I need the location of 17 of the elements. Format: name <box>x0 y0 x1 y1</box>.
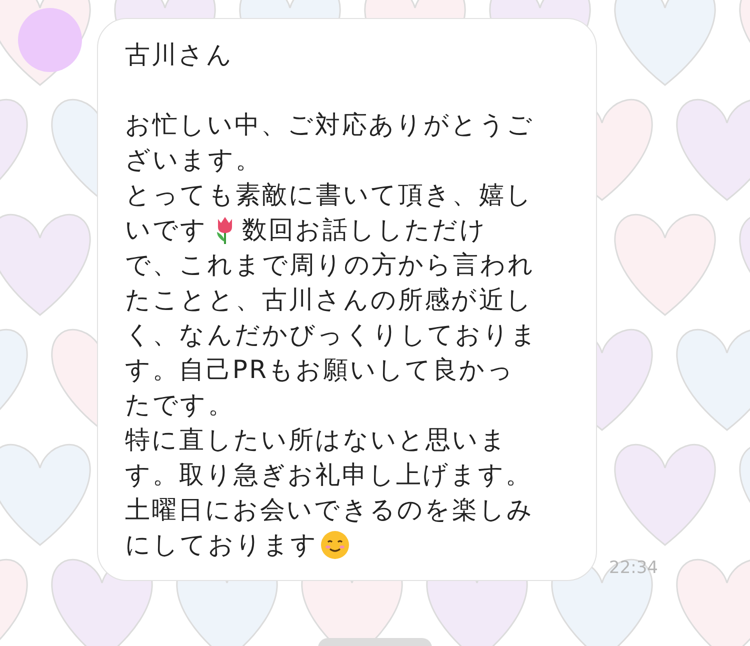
message-text: す。自己PRもお願いして良かっ <box>125 354 514 386</box>
message-text: お忙しい中、ご対応ありがとうご <box>125 109 534 141</box>
message-time: 22:34 <box>609 556 658 580</box>
message-text: とっても素敵に書いて頂き、嬉し <box>125 179 533 211</box>
message-text: す。取り急ぎお礼申し上げます。 <box>125 459 532 491</box>
message-text: いです <box>125 214 208 246</box>
message-text: 特に直したい所はないと思いま <box>125 424 508 456</box>
message-text: たです。 <box>125 389 234 421</box>
message-text: 土曜日にお会いできるのを楽しみ <box>125 494 534 526</box>
message-text: にしております <box>125 529 318 561</box>
smiling-face-icon <box>320 530 350 560</box>
message-text: たことと、古川さんの所感が近し <box>125 284 533 316</box>
greeting-text: 古川さん <box>125 39 234 71</box>
message-text: ざいます。 <box>125 144 262 176</box>
message-text: 数回お話ししただけ <box>242 214 488 246</box>
message-text: く、なんだかびっくりしておりま <box>125 319 538 351</box>
message-text: で、これまで周りの方から言われ <box>125 249 535 281</box>
